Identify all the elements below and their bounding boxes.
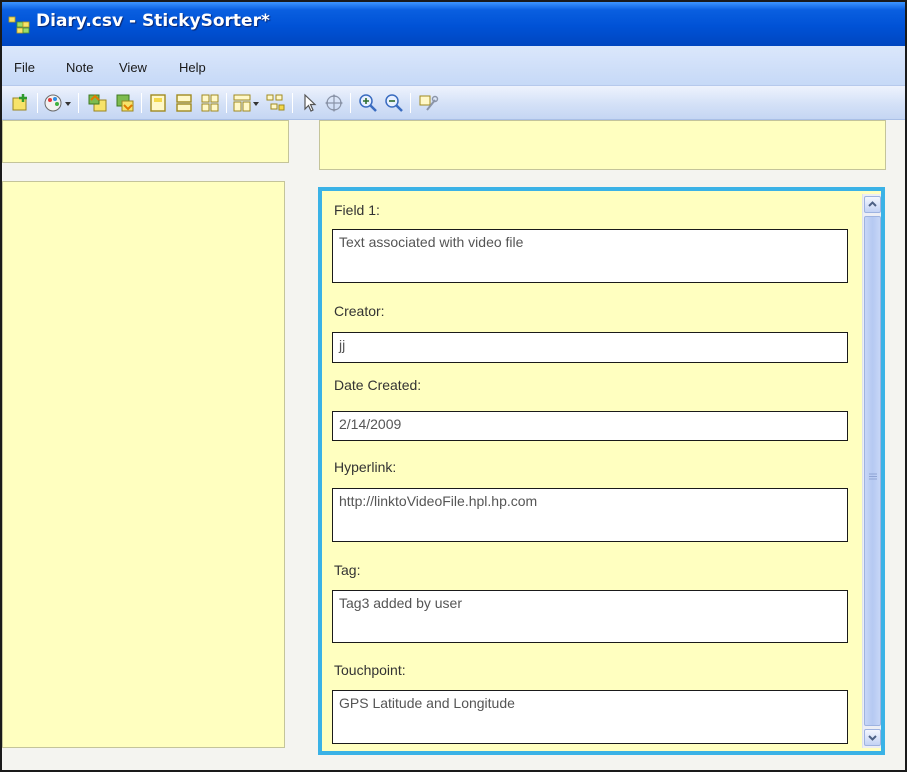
single-view-icon[interactable] — [147, 92, 169, 114]
tag-input[interactable]: Tag3 added by user — [332, 590, 848, 643]
creator-label: Creator: — [334, 303, 385, 319]
creator-input[interactable]: jj — [332, 332, 848, 363]
grip-icon — [869, 468, 877, 480]
row-view-icon[interactable] — [173, 92, 195, 114]
sticky-note-top-right[interactable] — [319, 120, 886, 170]
menu-note[interactable]: Note — [66, 60, 93, 75]
color-icon[interactable] — [43, 92, 73, 114]
new-note-icon[interactable] — [10, 92, 32, 114]
touchpoint-input[interactable]: GPS Latitude and Longitude — [332, 690, 848, 744]
scroll-thumb[interactable] — [864, 216, 881, 726]
field1-label: Field 1: — [334, 202, 380, 218]
hyperlink-label: Hyperlink: — [334, 459, 397, 475]
move-up-icon[interactable] — [86, 92, 108, 114]
sticky-note-left[interactable] — [2, 181, 285, 748]
scroll-down-button[interactable] — [864, 729, 881, 746]
note-scrollbar[interactable] — [862, 194, 881, 748]
tools-icon[interactable] — [417, 92, 439, 114]
touchpoint-label: Touchpoint: — [334, 662, 406, 678]
app-window: Diary.csv - StickySorter* File Note View… — [0, 0, 907, 772]
pan-icon[interactable] — [323, 92, 345, 114]
move-down-icon[interactable] — [114, 92, 136, 114]
menu-file[interactable]: File — [14, 60, 35, 75]
selected-sticky-note[interactable]: Field 1: Text associated with video file… — [318, 187, 885, 755]
chevron-up-icon — [865, 197, 880, 212]
grid-view-icon[interactable] — [199, 92, 221, 114]
title-bar[interactable]: Diary.csv - StickySorter* — [2, 2, 905, 46]
hyperlink-input[interactable]: http://linktoVideoFile.hpl.hp.com — [332, 488, 848, 542]
zoom-out-icon[interactable] — [383, 92, 405, 114]
date-created-label: Date Created: — [334, 377, 422, 393]
stickysorter-app-icon — [8, 13, 30, 35]
menu-bar: File Note View Help — [2, 46, 905, 86]
group-icon[interactable] — [264, 92, 286, 114]
chevron-down-icon — [865, 730, 880, 745]
date-created-input[interactable]: 2/14/2009 — [332, 411, 848, 441]
window-title: Diary.csv - StickySorter* — [36, 11, 270, 31]
zoom-in-icon[interactable] — [357, 92, 379, 114]
field1-input[interactable]: Text associated with video file — [332, 229, 848, 283]
menu-view[interactable]: View — [119, 60, 147, 75]
scroll-up-button[interactable] — [864, 196, 881, 213]
tag-label: Tag: — [334, 562, 361, 578]
pointer-icon[interactable] — [299, 92, 321, 114]
menu-help[interactable]: Help — [179, 60, 206, 75]
arrange-icon[interactable] — [232, 92, 262, 114]
sticky-note-top-left[interactable] — [2, 120, 289, 163]
toolbar — [2, 86, 905, 120]
